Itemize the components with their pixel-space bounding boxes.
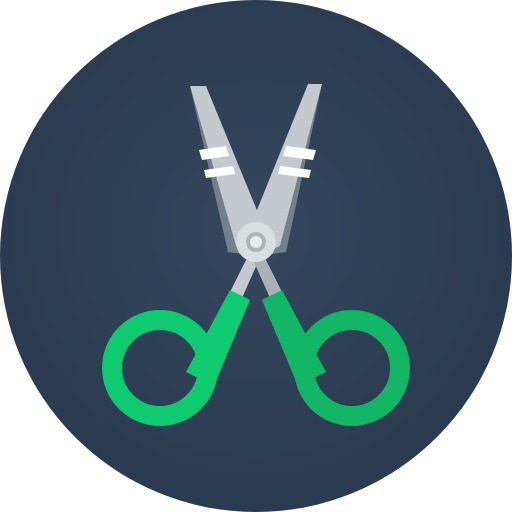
app-icon [0,0,512,512]
pivot-highlight [250,236,262,248]
scissors-icon [0,0,512,512]
